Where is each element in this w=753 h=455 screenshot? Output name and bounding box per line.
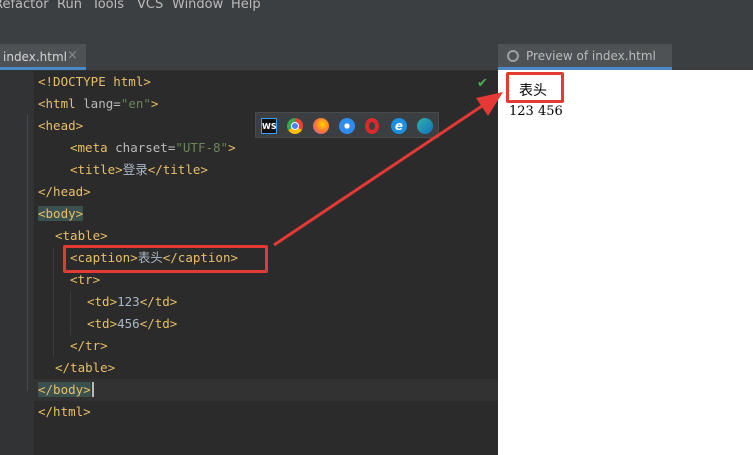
annotation-arrow xyxy=(273,92,503,247)
